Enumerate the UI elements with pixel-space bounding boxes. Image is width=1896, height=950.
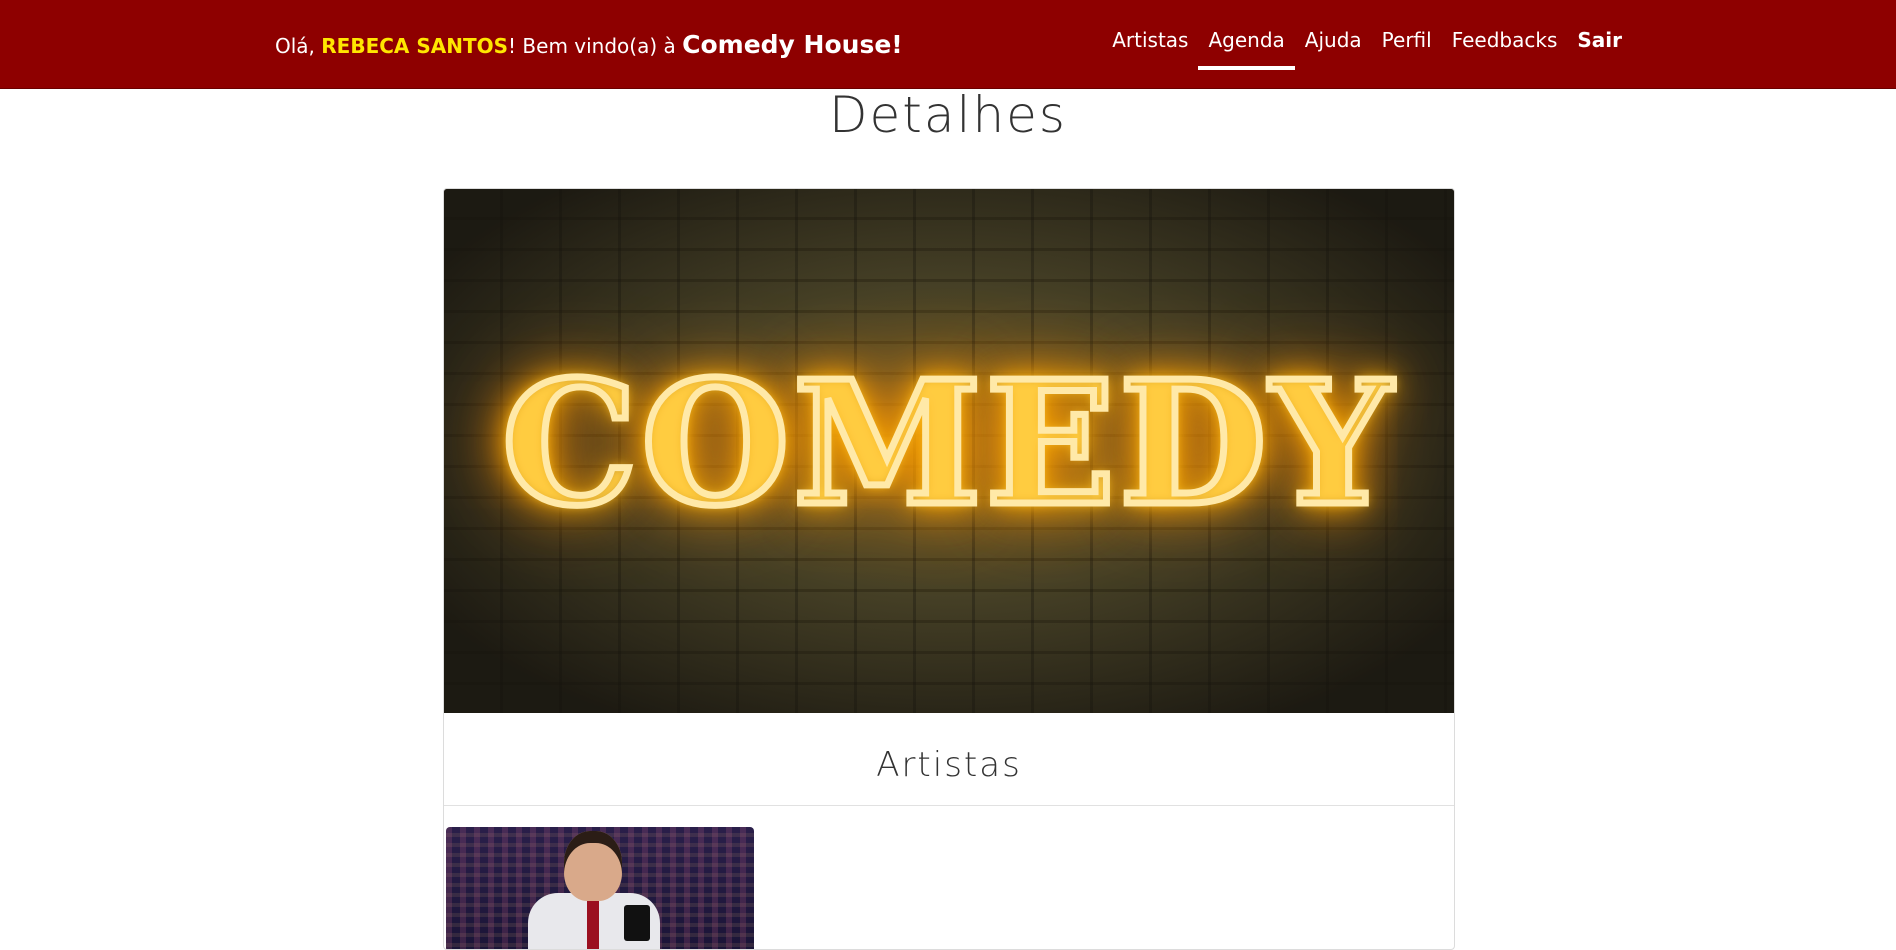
greeting: Olá, REBECA SANTOS! Bem vindo(a) à Comed…: [275, 30, 903, 59]
top-navbar: Olá, REBECA SANTOS! Bem vindo(a) à Comed…: [0, 0, 1896, 89]
nav-perfil[interactable]: Perfil: [1372, 26, 1442, 70]
artist-tie: [587, 897, 599, 949]
artists-section-title: Artistas: [876, 745, 1022, 785]
artist-head: [564, 831, 622, 901]
brand-name: Comedy House!: [682, 30, 903, 59]
nav-ajuda[interactable]: Ajuda: [1295, 26, 1372, 70]
event-card: COMEDY Artistas: [443, 188, 1455, 950]
nav-artistas[interactable]: Artistas: [1102, 26, 1198, 70]
nav-agenda[interactable]: Agenda: [1198, 26, 1296, 70]
event-banner-image: COMEDY: [444, 189, 1454, 713]
user-name: REBECA SANTOS: [321, 34, 509, 58]
page-title: Detalhes: [829, 86, 1067, 144]
nav-links: Artistas Agenda Ajuda Perfil Feedbacks S…: [1102, 26, 1632, 70]
nav-feedbacks[interactable]: Feedbacks: [1442, 26, 1568, 70]
artists-section-header: Artistas: [444, 713, 1454, 806]
nav-sair[interactable]: Sair: [1567, 26, 1632, 70]
greeting-prefix: Olá,: [275, 34, 322, 58]
greeting-mid: ! Bem vindo(a) à: [508, 34, 683, 58]
mug-icon: [624, 905, 650, 941]
neon-sign: COMEDY: [499, 344, 1396, 544]
artist-card-image[interactable]: [446, 827, 754, 949]
